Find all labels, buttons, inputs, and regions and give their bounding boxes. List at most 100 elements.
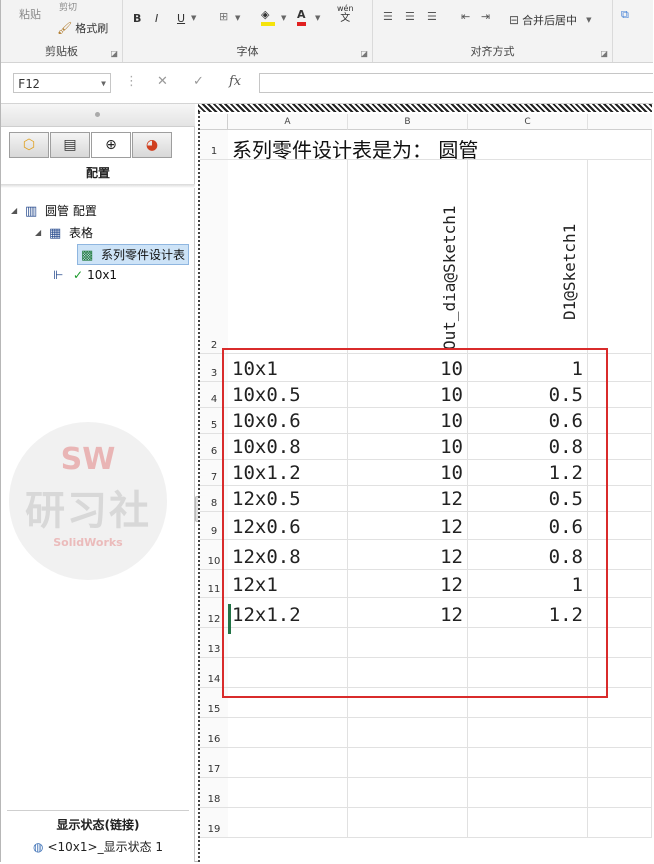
border-icon[interactable]: ⊞	[219, 10, 228, 23]
underline-dropdown-icon[interactable]: ▼	[191, 14, 196, 22]
config-name-cell[interactable]: 10x1	[228, 354, 348, 382]
expand-triangle-icon[interactable]: ◢	[11, 206, 21, 215]
grid-cell[interactable]	[468, 658, 588, 688]
out-dia-cell[interactable]: 10	[348, 354, 468, 382]
grid-cell[interactable]	[468, 778, 588, 808]
name-box[interactable]: F12 ▼	[13, 73, 111, 93]
expand-triangle-icon[interactable]: ◢	[35, 228, 45, 237]
grid-cell[interactable]	[228, 688, 348, 718]
align-center-icon[interactable]: ☰	[405, 10, 415, 23]
tab-property-manager[interactable]: ▤	[50, 132, 90, 158]
grid-cell[interactable]	[348, 778, 468, 808]
row-header[interactable]: 4	[200, 382, 228, 408]
alignment-dialog-launcher-icon[interactable]: ◪	[600, 49, 608, 58]
d1-cell[interactable]: 1.2	[468, 460, 588, 486]
config-name-cell[interactable]: 12x1	[228, 570, 348, 598]
merge-center-button[interactable]: ⊟ 合并后居中 ▼	[509, 12, 591, 28]
row-header[interactable]: 17	[200, 748, 228, 778]
grid-cell[interactable]	[588, 570, 652, 598]
grid-cell[interactable]	[348, 658, 468, 688]
grid-cell[interactable]	[228, 718, 348, 748]
grid-cell[interactable]	[228, 658, 348, 688]
format-painter-button[interactable]: 🖌 格式刷	[57, 20, 108, 36]
config-name-cell[interactable]: 10x1.2	[228, 460, 348, 486]
grid-cell[interactable]	[588, 628, 652, 658]
d1-cell[interactable]: 0.8	[468, 434, 588, 460]
d1-cell[interactable]: 0.6	[468, 408, 588, 434]
parameter-header-d1[interactable]: D1@Sketch1	[560, 224, 579, 320]
formula-input[interactable]	[259, 73, 653, 93]
row-header[interactable]: 5	[200, 408, 228, 434]
grid-cell[interactable]	[348, 688, 468, 718]
select-all-corner[interactable]	[200, 114, 228, 130]
row-header[interactable]: 1	[200, 130, 228, 160]
column-header-d[interactable]	[588, 114, 652, 130]
cut-button[interactable]: 剪切	[59, 0, 77, 13]
grid-cell[interactable]	[228, 628, 348, 658]
grid-cell[interactable]	[588, 434, 652, 460]
grid-cell[interactable]	[588, 688, 652, 718]
panel-grip[interactable]	[1, 104, 195, 127]
row-header[interactable]: 16	[200, 718, 228, 748]
number-format-icon[interactable]: ⧉	[621, 8, 629, 22]
grid-cell[interactable]	[348, 748, 468, 778]
d1-cell[interactable]: 1	[468, 570, 588, 598]
paste-button[interactable]: 粘贴	[19, 6, 41, 22]
row-header[interactable]: 19	[200, 808, 228, 838]
row-header[interactable]: 11	[200, 570, 228, 598]
config-name-cell[interactable]: 12x0.6	[228, 512, 348, 540]
font-color-dropdown-icon[interactable]: ▼	[315, 14, 320, 22]
config-name-cell[interactable]: 10x0.8	[228, 434, 348, 460]
tab-feature-tree[interactable]: ⬡	[9, 132, 49, 158]
display-state-item[interactable]: ◍ <10x1>_显示状态 1	[33, 838, 163, 855]
config-name-cell[interactable]: 12x0.8	[228, 540, 348, 570]
grid-cell[interactable]	[588, 382, 652, 408]
increase-indent-icon[interactable]: ⇥	[481, 10, 490, 23]
grid-cell[interactable]	[468, 130, 588, 160]
row-header[interactable]: 3	[200, 354, 228, 382]
grid-cell[interactable]	[588, 486, 652, 512]
column-header-b[interactable]: B	[348, 114, 468, 130]
out-dia-cell[interactable]: 10	[348, 408, 468, 434]
out-dia-cell[interactable]: 10	[348, 434, 468, 460]
d1-cell[interactable]: 0.5	[468, 486, 588, 512]
tree-item-configurations[interactable]: ◢ ▥ 圆管 配置	[11, 202, 97, 219]
grid-cell[interactable]	[588, 718, 652, 748]
grid-cell[interactable]	[588, 460, 652, 486]
out-dia-cell[interactable]: 12	[348, 570, 468, 598]
grid-cell[interactable]	[588, 130, 652, 160]
grid-cell[interactable]	[588, 354, 652, 382]
font-color-icon[interactable]: A	[297, 8, 306, 26]
tab-configuration-manager[interactable]: ⊕	[91, 132, 131, 158]
grid-cell[interactable]	[588, 778, 652, 808]
config-name-cell[interactable]: 10x0.6	[228, 408, 348, 434]
grid-cell[interactable]	[348, 718, 468, 748]
grid-cell[interactable]	[588, 658, 652, 688]
column-header-a[interactable]: A	[228, 114, 348, 130]
out-dia-cell[interactable]: 12	[348, 598, 468, 628]
row-header[interactable]: 12	[200, 598, 228, 628]
grid-cell[interactable]	[228, 748, 348, 778]
font-dialog-launcher-icon[interactable]: ◪	[360, 49, 368, 58]
out-dia-cell[interactable]: 12	[348, 486, 468, 512]
out-dia-cell[interactable]: 12	[348, 540, 468, 570]
row-header[interactable]: 6	[200, 434, 228, 460]
phonetic-button[interactable]: wén 文	[337, 4, 354, 24]
grid-cell[interactable]	[588, 748, 652, 778]
column-header-c[interactable]: C	[468, 114, 588, 130]
d1-cell[interactable]: 0.8	[468, 540, 588, 570]
grid-cell[interactable]	[588, 512, 652, 540]
bold-button[interactable]: B	[133, 12, 141, 25]
grid-cell[interactable]	[588, 540, 652, 570]
out-dia-cell[interactable]: 10	[348, 460, 468, 486]
grid-cell[interactable]	[348, 808, 468, 838]
grid-cell[interactable]	[228, 778, 348, 808]
enter-icon[interactable]: ✓	[193, 74, 204, 89]
out-dia-cell[interactable]: 12	[348, 512, 468, 540]
design-table-title[interactable]: 系列零件设计表是为： 圆管	[232, 134, 478, 163]
grid-cell[interactable]	[588, 408, 652, 434]
d1-cell[interactable]: 0.5	[468, 382, 588, 408]
grid-cell[interactable]	[468, 718, 588, 748]
decrease-indent-icon[interactable]: ⇤	[461, 10, 470, 23]
config-name-cell[interactable]: 10x0.5	[228, 382, 348, 408]
